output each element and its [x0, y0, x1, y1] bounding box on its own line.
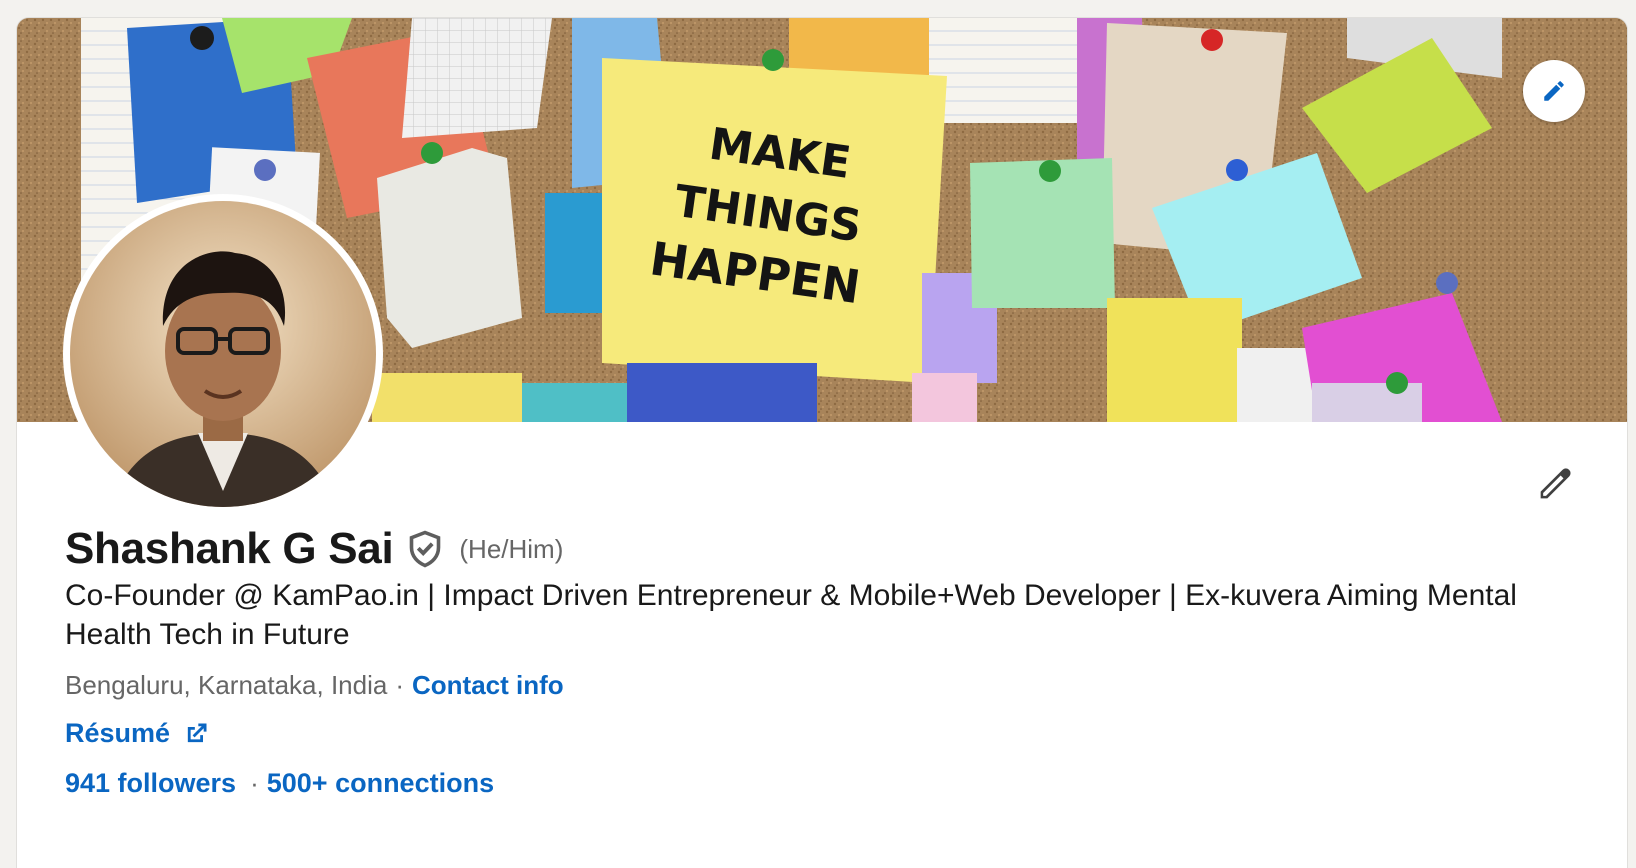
profile-card: MAKE THINGS HAPPEN Shashank G Sai (He/Hi…	[17, 18, 1627, 868]
followers-link[interactable]: 941 followers	[65, 768, 236, 799]
location: Bengaluru, Karnataka, India	[65, 670, 388, 700]
name-row: Shashank G Sai (He/Him)	[65, 524, 563, 574]
edit-intro-button[interactable]	[1529, 460, 1579, 510]
pencil-icon	[1540, 468, 1571, 499]
network-stats: 941 followers · 500+ connections	[65, 768, 494, 799]
pencil-icon	[1544, 81, 1564, 101]
separator-dot: ·	[250, 768, 259, 798]
contact-info-link[interactable]: Contact info	[412, 670, 564, 701]
external-link-icon	[182, 719, 212, 749]
resume-link[interactable]: Résumé	[65, 718, 212, 749]
separator-dot: ·	[395, 670, 405, 700]
resume-label[interactable]: Résumé	[65, 718, 170, 749]
profile-name: Shashank G Sai	[65, 524, 394, 573]
edit-cover-button[interactable]	[1523, 60, 1585, 122]
avatar[interactable]	[70, 201, 376, 507]
connections-link[interactable]: 500+ connections	[267, 768, 494, 799]
profile-photo	[70, 201, 376, 507]
verified-shield-icon[interactable]	[407, 529, 445, 569]
avatar-frame	[63, 194, 383, 514]
location-row: Bengaluru, Karnataka, India · Contact in…	[65, 670, 564, 701]
pronouns: (He/Him)	[459, 533, 564, 564]
profile-headline: Co-Founder @ KamPao.in | Impact Driven E…	[65, 579, 1517, 651]
